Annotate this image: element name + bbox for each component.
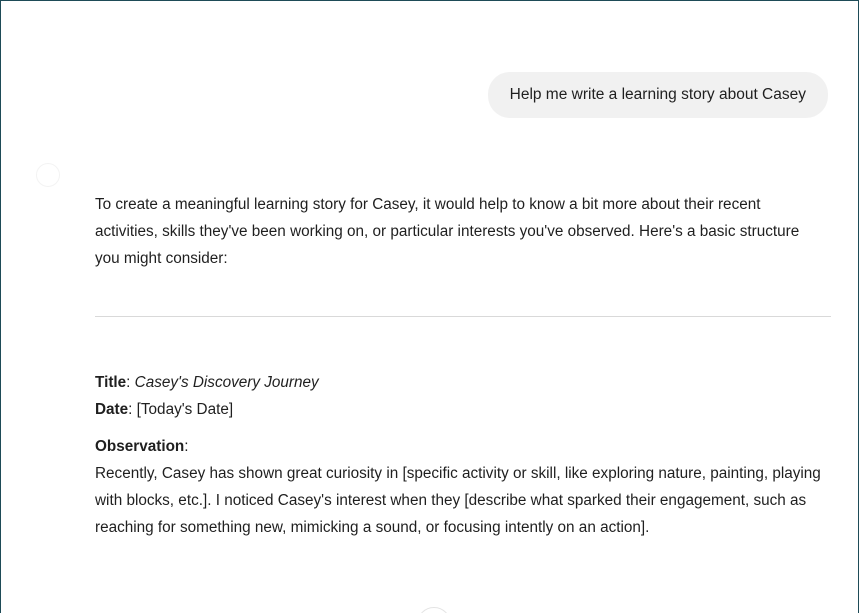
story-observation-separator: :: [184, 438, 189, 455]
story-date-value: [Today's Date]: [136, 401, 234, 418]
story-date-separator: :: [128, 401, 137, 418]
story-date-line: Date: [Today's Date]: [95, 396, 835, 423]
story-observation-body: Recently, Casey has shown great curiosit…: [95, 465, 821, 536]
scroll-down-button[interactable]: [417, 607, 451, 613]
story-title-line: Title: Casey's Discovery Journey: [95, 369, 835, 396]
story-date-label: Date: [95, 401, 129, 418]
user-message-bubble: Help me write a learning story about Cas…: [487, 72, 828, 118]
learning-story-template: Title: Casey's Discovery Journey Date: […: [95, 369, 835, 541]
chat-window: Help me write a learning story about Cas…: [0, 0, 859, 613]
user-message-row: Help me write a learning story about Cas…: [1, 72, 828, 118]
assistant-avatar-icon: [36, 163, 60, 187]
story-title-value: Casey's Discovery Journey: [134, 374, 319, 391]
assistant-intro-text: To create a meaningful learning story fo…: [95, 196, 800, 267]
story-observation-label: Observation: [95, 438, 185, 455]
assistant-message: To create a meaningful learning story fo…: [95, 191, 835, 541]
story-title-label: Title: [95, 374, 127, 391]
story-title-separator: :: [126, 374, 135, 391]
story-observation-heading: Observation:: [95, 433, 835, 460]
horizontal-divider: [95, 316, 831, 317]
